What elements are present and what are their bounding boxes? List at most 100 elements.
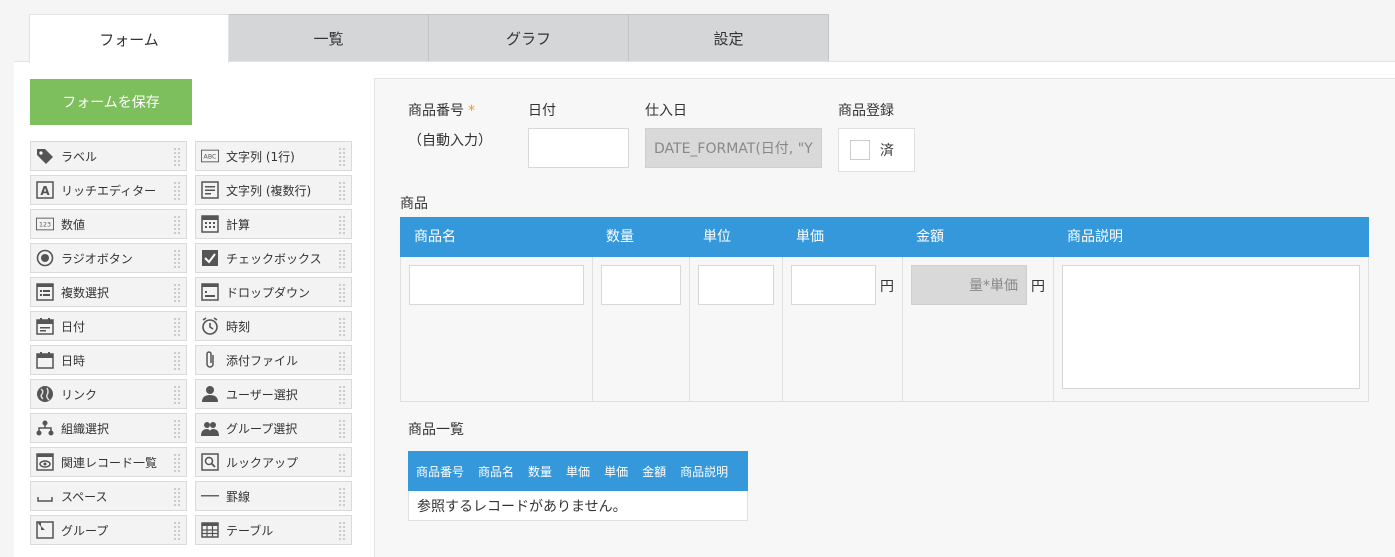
- drag-handle-icon[interactable]: [173, 215, 181, 235]
- palette-item-label: 複数選択: [61, 285, 110, 300]
- product-reg-checkbox[interactable]: [850, 140, 870, 160]
- drag-handle-icon[interactable]: [338, 215, 346, 235]
- paperclip-icon: [201, 351, 219, 369]
- palette-item[interactable]: ルックアップ: [195, 447, 352, 477]
- drag-handle-icon[interactable]: [173, 487, 181, 507]
- drag-handle-icon[interactable]: [338, 317, 346, 337]
- drag-handle-icon[interactable]: [338, 521, 346, 541]
- tag-icon: [36, 147, 54, 165]
- drag-handle-icon[interactable]: [173, 249, 181, 269]
- palette-item[interactable]: 添付ファイル: [195, 345, 352, 375]
- checkbox-icon: [201, 249, 219, 267]
- drag-handle-icon[interactable]: [338, 147, 346, 167]
- palette-item[interactable]: A リッチエディター: [30, 175, 187, 205]
- palette-item[interactable]: グループ選択: [195, 413, 352, 443]
- palette-item[interactable]: ドロップダウン: [195, 277, 352, 307]
- products-table-label: 商品: [400, 196, 428, 212]
- drag-handle-icon[interactable]: [338, 283, 346, 303]
- abc-icon: ABC: [201, 147, 219, 165]
- dropdown-icon: [201, 283, 219, 301]
- tab-list[interactable]: 一覧: [229, 14, 429, 62]
- amount-field[interactable]: 量*単価: [911, 265, 1027, 305]
- th-description: 商品説明: [1067, 229, 1123, 245]
- product-reg-label: 商品登録: [838, 103, 894, 119]
- related-records-header: 商品番号 商品名 数量 単価 単価 金額 商品説明: [408, 451, 748, 491]
- palette-item-label: ユーザー選択: [226, 387, 298, 402]
- palette-item[interactable]: ユーザー選択: [195, 379, 352, 409]
- palette-item[interactable]: 日時: [30, 345, 187, 375]
- palette-item[interactable]: チェックボックス: [195, 243, 352, 273]
- clock-icon: [201, 317, 219, 335]
- palette-item[interactable]: 時刻: [195, 311, 352, 341]
- drag-handle-icon[interactable]: [338, 419, 346, 439]
- palette-item[interactable]: ABC 文字列 (1行): [195, 141, 352, 171]
- palette-item[interactable]: 複数選択: [30, 277, 187, 307]
- palette-item[interactable]: 計算: [195, 209, 352, 239]
- drag-handle-icon[interactable]: [173, 453, 181, 473]
- tab-settings[interactable]: 設定: [629, 14, 829, 62]
- drag-handle-icon[interactable]: [173, 283, 181, 303]
- palette-item-label: リンク: [61, 387, 98, 402]
- tab-form[interactable]: フォーム: [29, 14, 229, 63]
- th-product-name: 商品名: [414, 229, 456, 245]
- drag-handle-icon[interactable]: [338, 351, 346, 371]
- palette-item[interactable]: 組織選択: [30, 413, 187, 443]
- purchase-date-field[interactable]: DATE_FORMAT(日付, "Y: [645, 128, 822, 168]
- palette-item[interactable]: ラジオボタン: [30, 243, 187, 273]
- rich-editor-icon: A: [36, 181, 54, 199]
- drag-handle-icon[interactable]: [173, 419, 181, 439]
- palette-item[interactable]: 123 数値: [30, 209, 187, 239]
- calendar-icon: [36, 317, 54, 335]
- ref-th-product-name: 商品名: [478, 464, 515, 479]
- description-textarea[interactable]: [1062, 265, 1360, 389]
- drag-handle-icon[interactable]: [338, 249, 346, 269]
- calculator-icon: [201, 215, 219, 233]
- ref-th-quantity: 数量: [528, 464, 553, 479]
- palette-item[interactable]: 日付: [30, 311, 187, 341]
- product-name-input[interactable]: [409, 265, 584, 305]
- palette-item[interactable]: 関連レコード一覧: [30, 447, 187, 477]
- drag-handle-icon[interactable]: [338, 487, 346, 507]
- drag-handle-icon[interactable]: [173, 147, 181, 167]
- tab-bar: フォーム 一覧 グラフ 設定: [29, 14, 829, 63]
- save-form-button[interactable]: フォームを保存: [30, 79, 192, 125]
- number-icon: 123: [36, 215, 54, 233]
- palette-item-label: 文字列 (1行): [226, 149, 295, 164]
- drag-handle-icon[interactable]: [338, 453, 346, 473]
- required-mark: *: [468, 103, 475, 119]
- palette-item[interactable]: リンク: [30, 379, 187, 409]
- drag-handle-icon[interactable]: [338, 181, 346, 201]
- palette-item[interactable]: 文字列 (複数行): [195, 175, 352, 205]
- ref-th-product-no: 商品番号: [416, 464, 465, 479]
- drag-handle-icon[interactable]: [173, 181, 181, 201]
- products-table-header: 商品名 数量 単位 単価 金額 商品説明: [400, 217, 1369, 257]
- radio-icon: [36, 249, 54, 267]
- drag-handle-icon[interactable]: [173, 521, 181, 541]
- ref-th-unit-price-2: 単価: [604, 464, 629, 479]
- unit-price-yen: 円: [880, 279, 894, 295]
- palette-item-label: 文字列 (複数行): [226, 183, 312, 198]
- th-quantity: 数量: [606, 229, 634, 245]
- amount-yen: 円: [1031, 279, 1045, 295]
- palette-item-label: チェックボックス: [226, 251, 322, 266]
- palette-item[interactable]: テーブル: [195, 515, 352, 545]
- palette-item-label: 関連レコード一覧: [61, 455, 158, 470]
- drag-handle-icon[interactable]: [173, 385, 181, 405]
- space-icon: [36, 487, 54, 505]
- tab-graph[interactable]: グラフ: [429, 14, 629, 62]
- palette-item-label: テーブル: [226, 523, 274, 538]
- quantity-input[interactable]: [601, 265, 681, 305]
- svg-text:ABC: ABC: [204, 154, 218, 161]
- user-icon: [201, 385, 219, 403]
- drag-handle-icon[interactable]: [173, 317, 181, 337]
- product-list-label: 商品一覧: [408, 422, 464, 438]
- palette-item[interactable]: スペース: [30, 481, 187, 511]
- unit-input[interactable]: [698, 265, 774, 305]
- drag-handle-icon[interactable]: [338, 385, 346, 405]
- date-field[interactable]: [528, 128, 629, 168]
- palette-item[interactable]: 罫線: [195, 481, 352, 511]
- palette-item[interactable]: ラベル: [30, 141, 187, 171]
- palette-item[interactable]: グループ: [30, 515, 187, 545]
- unit-price-input[interactable]: [791, 265, 876, 305]
- drag-handle-icon[interactable]: [173, 351, 181, 371]
